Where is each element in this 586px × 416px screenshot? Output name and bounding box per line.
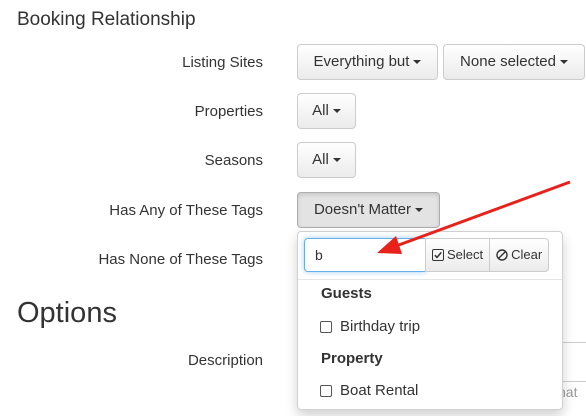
annotation-arrow-head (377, 236, 402, 254)
annotation-arrow-overlay (377, 180, 571, 254)
annotation-arrow-shaft (395, 180, 571, 248)
